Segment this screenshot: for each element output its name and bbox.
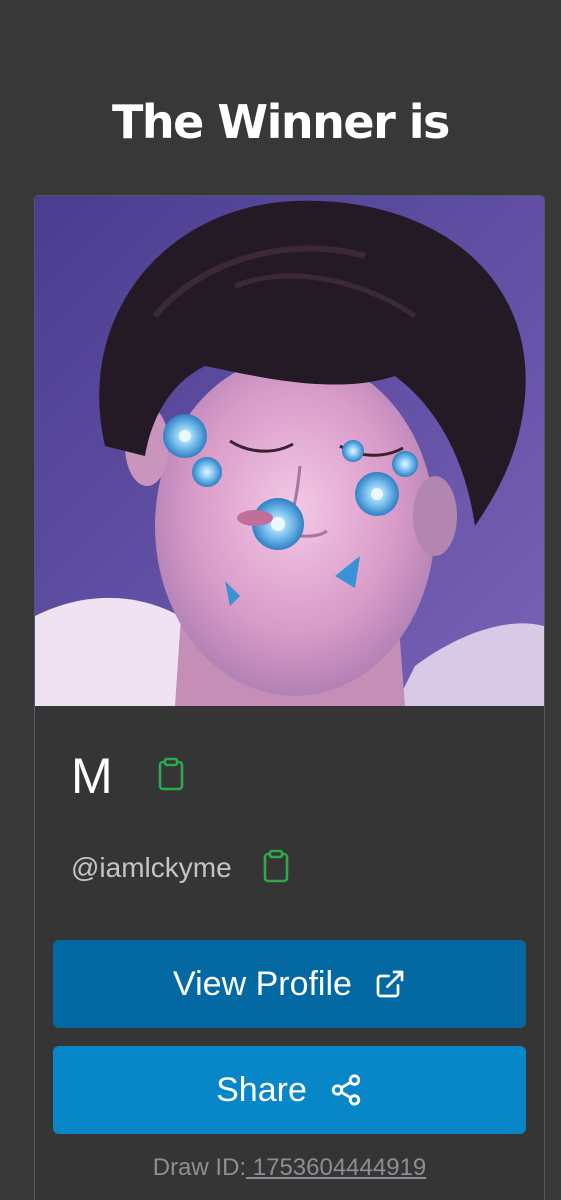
winner-handle: @iamlckyme: [71, 852, 232, 883]
winner-card: M @iamlckyme View Profile Share Draw ID:…: [34, 195, 545, 1200]
winner-photo: [35, 196, 544, 706]
winner-name-row: M: [71, 744, 185, 808]
view-profile-label: View Profile: [173, 964, 352, 1003]
share-button[interactable]: Share: [53, 1046, 526, 1134]
share-label: Share: [216, 1070, 307, 1109]
draw-id-link[interactable]: 1753604444919: [246, 1154, 427, 1181]
page-title: The Winner is: [112, 95, 450, 149]
winner-handle-row: @iamlckyme: [71, 846, 290, 890]
clipboard-icon[interactable]: [157, 757, 185, 796]
winner-name: M: [71, 748, 113, 804]
draw-id-label: Draw ID:: [152, 1154, 247, 1181]
view-profile-button[interactable]: View Profile: [53, 940, 526, 1028]
draw-id: Draw ID: 1753604444919: [35, 1154, 544, 1182]
clipboard-icon[interactable]: [262, 849, 290, 888]
share-icon: [329, 1073, 363, 1107]
external-link-icon: [374, 968, 406, 1000]
winner-page: The Winner is M @iamlckyme View Profile …: [0, 0, 561, 1200]
